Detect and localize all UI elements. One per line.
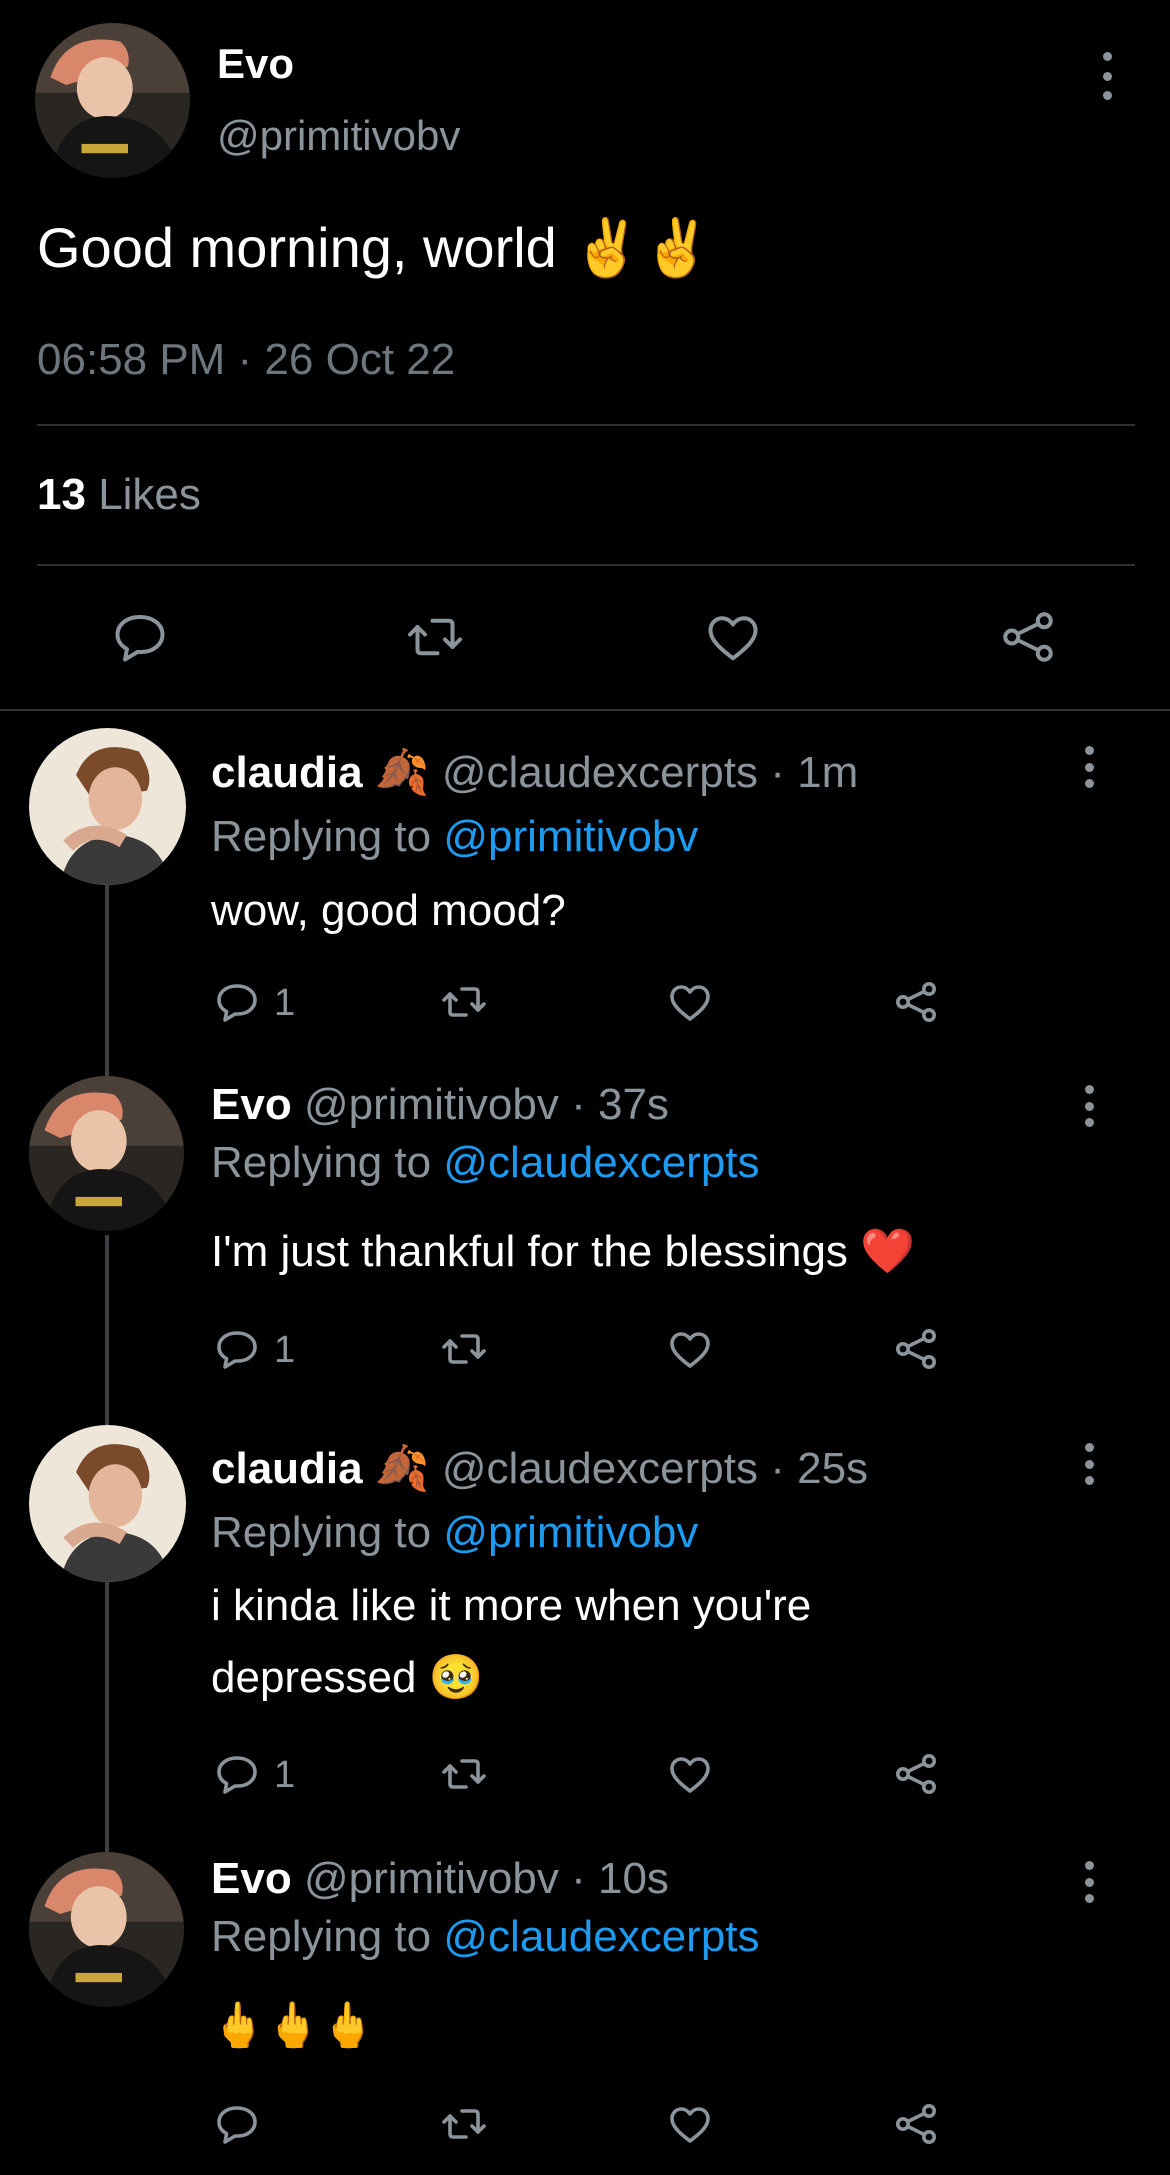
thread-connector xyxy=(105,1582,109,1852)
replying-to-line: Replying to @primitivobv xyxy=(211,1508,698,1558)
reply-icon[interactable] xyxy=(213,1750,261,1798)
main-more-options-icon[interactable] xyxy=(1092,52,1122,100)
replying-mention[interactable]: @claudexcerpts xyxy=(443,1912,759,1961)
reply-text: 🖕🖕🖕 xyxy=(211,2001,376,2050)
share-icon[interactable] xyxy=(892,2100,940,2148)
reply-header: claudia 🍂 @claudexcerpts · 1m xyxy=(211,746,858,798)
reply-text: i kinda like it more when you're depress… xyxy=(211,1581,812,1702)
reply-more-options-icon[interactable] xyxy=(1074,1861,1104,1903)
main-author-handle[interactable]: @primitivobv xyxy=(217,112,460,160)
retweet-icon[interactable] xyxy=(440,1750,488,1798)
thread-connector xyxy=(105,1235,109,1425)
reply-author-name[interactable]: claudia 🍂 xyxy=(211,1444,430,1493)
replying-mention[interactable]: @primitivobv xyxy=(443,1508,698,1557)
share-icon[interactable] xyxy=(998,607,1058,667)
replying-label: Replying to xyxy=(211,1912,432,1961)
share-icon[interactable] xyxy=(892,978,940,1026)
section-divider xyxy=(0,709,1170,711)
retweet-icon[interactable] xyxy=(405,607,465,667)
avatar-claudia[interactable] xyxy=(29,1425,186,1582)
main-tweet-timestamp: 06:58 PM · 26 Oct 22 xyxy=(37,335,456,384)
reply-text: wow, good mood? xyxy=(211,886,566,935)
reply-text: I'm just thankful for the blessings ❤️ xyxy=(211,1227,915,1276)
reply-count: 1 xyxy=(274,1754,296,1796)
reply-handle-time[interactable]: @primitivobv · 37s xyxy=(304,1080,669,1129)
share-icon[interactable] xyxy=(892,1325,940,1373)
avatar-evo[interactable] xyxy=(29,1076,184,1231)
divider xyxy=(37,564,1135,566)
main-author-name[interactable]: Evo xyxy=(217,40,294,88)
reply-handle-time[interactable]: @claudexcerpts · 25s xyxy=(442,1444,868,1493)
avatar-evo[interactable] xyxy=(29,1852,184,2007)
likes-count: 13 xyxy=(37,470,86,519)
reply-more-options-icon[interactable] xyxy=(1074,1443,1104,1485)
reply-header: Evo @primitivobv · 37s xyxy=(211,1080,669,1130)
replying-label: Replying to xyxy=(211,812,432,861)
reply-count: 1 xyxy=(274,1329,296,1371)
like-icon[interactable] xyxy=(666,978,714,1026)
replying-mention[interactable]: @claudexcerpts xyxy=(443,1138,759,1187)
retweet-icon[interactable] xyxy=(440,978,488,1026)
avatar-evo[interactable] xyxy=(35,23,190,178)
thread-connector xyxy=(105,885,109,1080)
replying-to-line: Replying to @primitivobv xyxy=(211,812,698,862)
avatar-claudia[interactable] xyxy=(29,728,186,885)
reply-author-name[interactable]: Evo xyxy=(211,1080,292,1129)
like-icon[interactable] xyxy=(666,1750,714,1798)
reply-icon[interactable] xyxy=(213,1325,261,1373)
reply-more-options-icon[interactable] xyxy=(1074,1085,1104,1127)
replying-to-line: Replying to @claudexcerpts xyxy=(211,1912,760,1962)
divider xyxy=(37,424,1135,426)
retweet-icon[interactable] xyxy=(440,2100,488,2148)
likes-label: Likes xyxy=(98,470,201,519)
main-tweet-text: Good morning, world ✌️✌️ xyxy=(37,216,712,279)
share-icon[interactable] xyxy=(892,1750,940,1798)
reply-count: 1 xyxy=(274,982,296,1024)
reply-handle-time[interactable]: @primitivobv · 10s xyxy=(304,1854,669,1903)
like-icon[interactable] xyxy=(666,2100,714,2148)
reply-header: claudia 🍂 @claudexcerpts · 25s xyxy=(211,1442,868,1494)
replying-mention[interactable]: @primitivobv xyxy=(443,812,698,861)
reply-handle-time[interactable]: @claudexcerpts · 1m xyxy=(442,748,858,797)
reply-author-name[interactable]: claudia 🍂 xyxy=(211,748,430,797)
replying-label: Replying to xyxy=(211,1138,432,1187)
replying-label: Replying to xyxy=(211,1508,432,1557)
like-icon[interactable] xyxy=(666,1325,714,1373)
likes-summary[interactable]: 13 Likes xyxy=(37,470,201,520)
reply-icon[interactable] xyxy=(110,607,170,667)
reply-author-name[interactable]: Evo xyxy=(211,1854,292,1903)
reply-header: Evo @primitivobv · 10s xyxy=(211,1854,669,1904)
like-icon[interactable] xyxy=(703,607,763,667)
reply-more-options-icon[interactable] xyxy=(1074,746,1104,788)
replying-to-line: Replying to @claudexcerpts xyxy=(211,1138,760,1188)
reply-icon[interactable] xyxy=(213,2100,261,2148)
reply-icon[interactable] xyxy=(213,978,261,1026)
retweet-icon[interactable] xyxy=(440,1325,488,1373)
